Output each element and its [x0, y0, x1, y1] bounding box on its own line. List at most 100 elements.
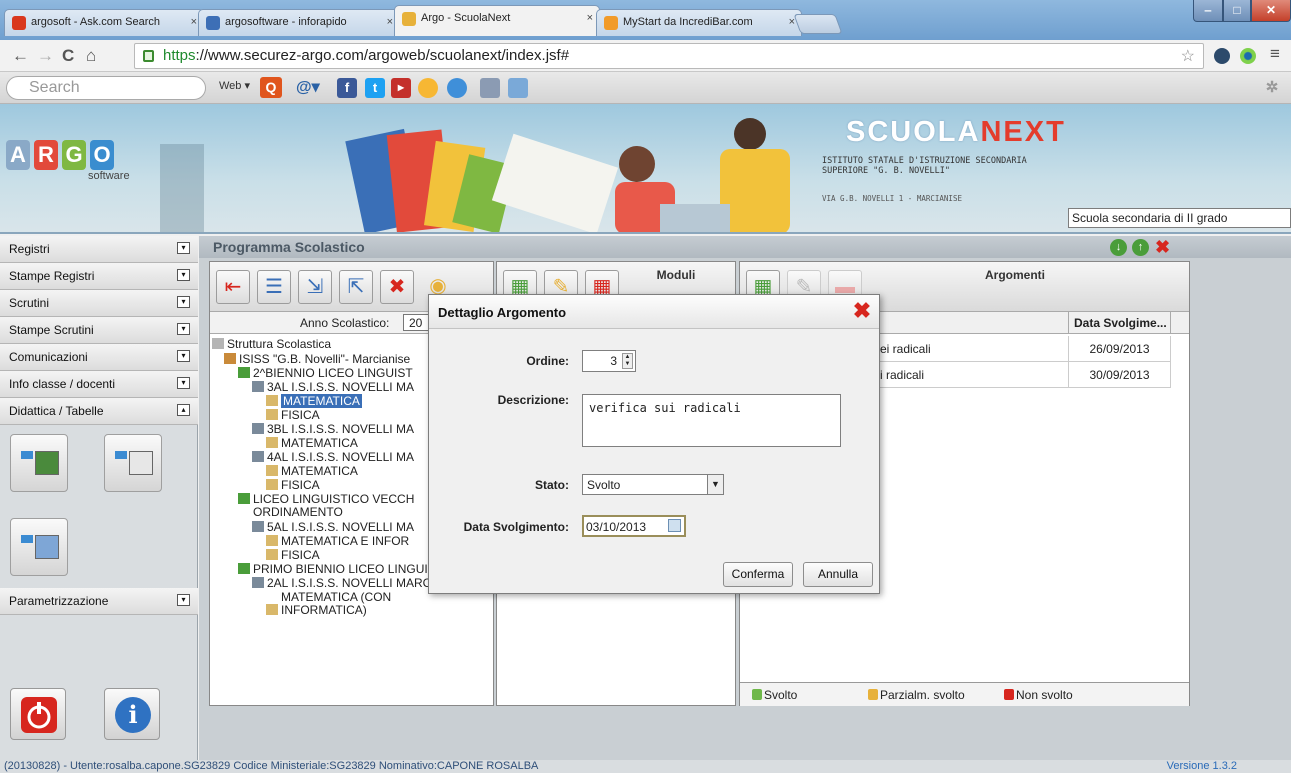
- svg-text:i: i: [128, 700, 137, 729]
- logout-button[interactable]: [10, 688, 66, 740]
- annulla-button[interactable]: Annulla: [803, 562, 873, 587]
- back-icon[interactable]: ←: [12, 46, 29, 66]
- facebook-icon[interactable]: f: [337, 78, 357, 98]
- tree-node[interactable]: MATEMATICA: [266, 465, 358, 478]
- banner-illustration: [160, 118, 790, 232]
- games-icon[interactable]: [447, 78, 467, 98]
- url-text: ://www.securez-argo.com/argoweb/scuolane…: [195, 47, 570, 64]
- expand-icon[interactable]: ▾: [177, 296, 190, 308]
- close-workspace-icon[interactable]: ✖: [1154, 238, 1171, 256]
- tabelle-icon[interactable]: [10, 518, 68, 576]
- menu-stampe-scrutini[interactable]: Stampe Scrutini ▾: [0, 317, 198, 344]
- menu-stampe-registri[interactable]: Stampe Registri ▾: [0, 263, 198, 290]
- tree-node-continued[interactable]: ORDINAMENTO: [253, 506, 343, 519]
- tree-node[interactable]: 3AL I.S.I.S.S. NOVELLI MA: [252, 381, 414, 394]
- chevron-down-icon[interactable]: ▼: [707, 475, 723, 494]
- tab-close-icon[interactable]: ×: [587, 12, 593, 24]
- expand-icon[interactable]: ▾: [177, 269, 190, 281]
- collapse-icon[interactable]: ▴: [177, 404, 190, 416]
- weather-icon[interactable]: [418, 78, 438, 98]
- chrome-menu-icon[interactable]: ≡: [1270, 44, 1280, 64]
- spinner-icon[interactable]: ▲ ▼: [622, 353, 633, 369]
- calendar-icon[interactable]: [668, 519, 681, 532]
- email-icon[interactable]: @▾: [296, 78, 320, 98]
- expand-icon[interactable]: ▾: [177, 377, 190, 389]
- exit-icon[interactable]: ⇤: [216, 270, 250, 304]
- tab-scuolanext[interactable]: Argo - ScuolaNext ×: [394, 5, 600, 36]
- move-up-icon[interactable]: ↑: [1132, 239, 1149, 256]
- lock-icon: [143, 50, 154, 62]
- menu-scrutini[interactable]: Scrutini ▾: [0, 290, 198, 317]
- calculator-icon[interactable]: [508, 78, 528, 98]
- forward-icon[interactable]: →: [37, 46, 54, 66]
- ordine-stepper[interactable]: 3 ▲ ▼: [582, 350, 636, 372]
- tree-node[interactable]: MATEMATICA: [266, 437, 358, 450]
- tree-node[interactable]: MATEMATICA E INFOR: [266, 535, 409, 548]
- tree-node[interactable]: 3BL I.S.I.S.S. NOVELLI MA: [252, 423, 414, 436]
- expand-icon[interactable]: ▾: [177, 242, 190, 254]
- settings-gear-icon[interactable]: ✲: [1262, 78, 1282, 98]
- home-icon[interactable]: ⌂: [86, 46, 96, 66]
- logo-letter: A: [6, 140, 30, 170]
- tab-close-icon[interactable]: ×: [191, 16, 197, 28]
- extension-icon[interactable]: [1214, 48, 1230, 64]
- school-type-select[interactable]: Scuola secondaria di II grado: [1068, 208, 1291, 228]
- toolbar-search-button[interactable]: Q: [260, 77, 282, 98]
- import-icon[interactable]: ⇲: [298, 270, 332, 304]
- bookmark-star-icon[interactable]: ☆: [1181, 46, 1195, 66]
- address-bar[interactable]: https://www.securez-argo.com/argoweb/scu…: [134, 43, 1204, 69]
- expand-icon[interactable]: ▾: [177, 594, 190, 606]
- menu-label: Scrutini: [9, 296, 50, 310]
- expand-icon[interactable]: ▾: [177, 350, 190, 362]
- web-dropdown[interactable]: Web ▾: [219, 79, 250, 92]
- list-icon[interactable]: ☰: [257, 270, 291, 304]
- tools-icon[interactable]: [480, 78, 500, 98]
- info-button[interactable]: i: [104, 688, 160, 740]
- tree-node[interactable]: FISICA: [266, 409, 320, 422]
- data-svolgimento-input[interactable]: 03/10/2013: [582, 515, 686, 537]
- move-down-icon[interactable]: ↓: [1110, 239, 1127, 256]
- descrizione-textarea[interactable]: verifica sui radicali: [582, 394, 841, 447]
- tab-inforapido[interactable]: argosoftware - inforapido ×: [198, 9, 400, 36]
- version-link[interactable]: Versione 1.3.2: [1167, 760, 1237, 772]
- tree-node-selected[interactable]: MATEMATICA: [266, 394, 362, 408]
- column-data-svolgimento[interactable]: Data Svolgime...: [1068, 312, 1171, 334]
- stato-select[interactable]: Svolto ▼: [582, 474, 724, 495]
- programma-scolastico-icon[interactable]: [10, 434, 68, 492]
- tree-node[interactable]: ISISS "G.B. Novelli"- Marcianise: [224, 353, 410, 366]
- tree-node[interactable]: FISICA: [266, 479, 320, 492]
- tree-node[interactable]: 5AL I.S.I.S.S. NOVELLI MA: [252, 521, 414, 534]
- minimize-button[interactable]: ‒: [1193, 0, 1223, 22]
- export-icon[interactable]: ⇱: [339, 270, 373, 304]
- tree-node[interactable]: 4AL I.S.I.S.S. NOVELLI MA: [252, 451, 414, 464]
- expand-icon[interactable]: ▾: [177, 323, 190, 335]
- tab-close-icon[interactable]: ×: [387, 16, 393, 28]
- argo-favicon-icon: [402, 12, 416, 26]
- menu-info-classe[interactable]: Info classe / docenti ▾: [0, 371, 198, 398]
- tab-mystart[interactable]: MyStart da IncrediBar.com ×: [596, 9, 802, 36]
- tree-node-continued[interactable]: INFORMATICA): [266, 604, 367, 617]
- menu-registri[interactable]: Registri ▾: [0, 236, 198, 263]
- tree-node[interactable]: 2^BIENNIO LICEO LINGUIST: [238, 367, 413, 380]
- menu-comunicazioni[interactable]: Comunicazioni ▾: [0, 344, 198, 371]
- twitter-icon[interactable]: t: [365, 78, 385, 98]
- maximize-button[interactable]: □: [1223, 0, 1251, 22]
- tab-ask[interactable]: argosoft - Ask.com Search ×: [4, 9, 204, 36]
- legend-parziale: Parzialm. svolto: [868, 688, 965, 702]
- conferma-button[interactable]: Conferma: [723, 562, 793, 587]
- delete-icon[interactable]: ✖: [380, 270, 414, 304]
- tree-node[interactable]: Struttura Scolastica: [212, 338, 331, 351]
- dialog-close-icon[interactable]: ✖: [851, 300, 873, 322]
- menu-didattica[interactable]: Didattica / Tabelle ▴: [0, 398, 198, 425]
- youtube-icon[interactable]: ▶: [391, 78, 411, 98]
- menu-parametrizzazione[interactable]: Parametrizzazione ▾: [0, 588, 198, 615]
- ask-favicon-icon: [12, 16, 26, 30]
- reload-icon[interactable]: C: [62, 46, 74, 66]
- tree-node[interactable]: FISICA: [266, 549, 320, 562]
- curriculum-icon[interactable]: [104, 434, 162, 492]
- toolbar-search-input[interactable]: Search: [6, 76, 206, 100]
- window-close-button[interactable]: ✕: [1251, 0, 1291, 22]
- new-tab-button[interactable]: [793, 14, 843, 34]
- extension-eye-icon[interactable]: [1240, 48, 1256, 64]
- subject-icon: [266, 395, 278, 406]
